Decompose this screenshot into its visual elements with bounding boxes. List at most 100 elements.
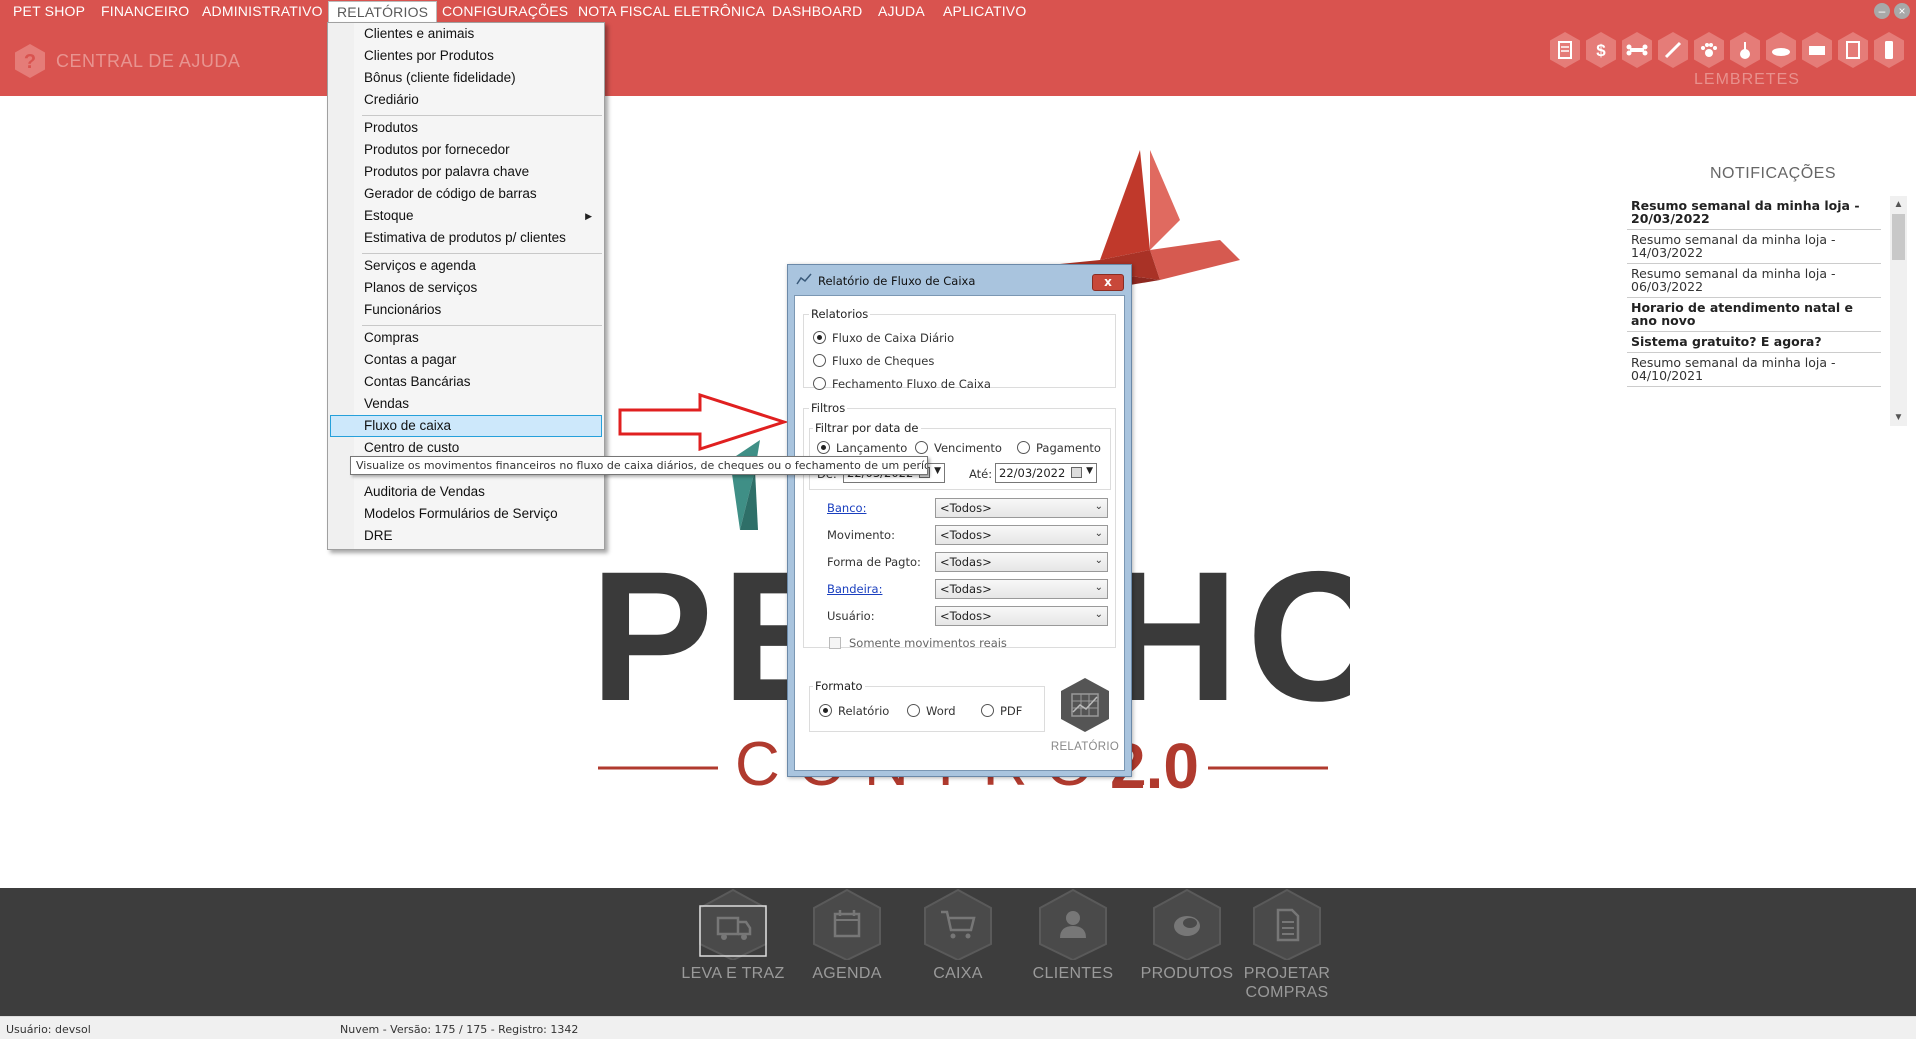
bandeira-select[interactable]: <Todas> ⌄ [935, 579, 1108, 599]
menu-item-produtos-palavra-chave[interactable]: Produtos por palavra chave [330, 161, 602, 183]
note-icon[interactable] [1836, 31, 1870, 69]
forma-pagto-select[interactable]: <Todas> ⌄ [935, 552, 1108, 572]
menu-item-produtos[interactable]: Produtos [330, 117, 602, 139]
radio-fluxo-caixa-diario[interactable]: Fluxo de Caixa Diário [813, 331, 954, 345]
menu-item-dre[interactable]: DRE [330, 525, 602, 547]
usuario-select[interactable]: <Todos> ⌄ [935, 606, 1108, 626]
user-icon [1039, 888, 1107, 960]
grooming-icon[interactable] [1728, 31, 1762, 69]
dollar-icon[interactable]: $ [1584, 31, 1618, 69]
bandeira-link[interactable]: Bandeira: [827, 582, 882, 596]
banco-link[interactable]: Banco: [827, 501, 866, 515]
scroll-up-icon[interactable]: ▲ [1890, 196, 1907, 213]
chart-icon [796, 273, 812, 285]
radio-vencimento[interactable]: Vencimento [915, 441, 1002, 455]
menu-item-contas-bancarias[interactable]: Contas Bancárias [330, 371, 602, 393]
movimento-select[interactable]: <Todos> ⌄ [935, 525, 1108, 545]
dialog-close-button[interactable]: x [1092, 274, 1124, 291]
select-value: <Todos> [940, 609, 992, 623]
radio-relatorio[interactable]: Relatório [819, 704, 889, 718]
notification-item[interactable]: Sistema gratuito? E agora? [1627, 332, 1881, 353]
menu-item-contas-pagar[interactable]: Contas a pagar [330, 349, 602, 371]
menu-item-compras[interactable]: Compras [330, 327, 602, 349]
menu-nota-fiscal[interactable]: NOTA FISCAL ELETRÔNICA [578, 3, 765, 19]
radio-fluxo-cheques[interactable]: Fluxo de Cheques [813, 354, 934, 368]
radio-pdf[interactable]: PDF [981, 704, 1022, 718]
pet-bed-icon[interactable] [1764, 31, 1798, 69]
radio-word[interactable]: Word [907, 704, 956, 718]
dialog-titlebar[interactable]: Relatório de Fluxo de Caixa x [788, 265, 1131, 293]
help-center-label[interactable]: CENTRAL DE AJUDA [56, 51, 240, 72]
radio-pagamento[interactable]: Pagamento [1017, 441, 1101, 455]
notifications-scrollbar[interactable]: ▲ ▼ [1890, 196, 1907, 426]
menu-item-fluxo-caixa[interactable]: Fluxo de caixa [330, 415, 602, 437]
somente-reais-checkbox[interactable] [829, 637, 841, 649]
chevron-down-icon[interactable]: ▼ [934, 466, 941, 476]
select-value: <Todas> [940, 582, 992, 596]
shortcut-caixa[interactable]: CAIXA [903, 888, 1013, 983]
somente-reais-label: Somente movimentos reais [849, 636, 1007, 650]
shortcut-projetar-compras[interactable]: PROJETAR COMPRAS [1232, 888, 1342, 1002]
radio-lancamento[interactable]: Lançamento [817, 441, 907, 455]
menu-ajuda[interactable]: AJUDA [878, 3, 925, 19]
menu-relatorios[interactable]: RELATÓRIOS [328, 1, 438, 23]
menu-item-funcionarios[interactable]: Funcionários [330, 299, 602, 321]
menu-item-clientes-produtos[interactable]: Clientes por Produtos [330, 45, 602, 67]
syringe-icon[interactable] [1656, 31, 1690, 69]
minimize-icon[interactable]: – [1874, 3, 1890, 19]
menu-pet-shop[interactable]: PET SHOP [13, 3, 85, 19]
vehicle-icon[interactable] [1800, 31, 1834, 69]
menu-item-estimativa-produtos[interactable]: Estimativa de produtos p/ clientes [330, 227, 602, 249]
notification-item[interactable]: Horario de atendimento natal e ano novo [1627, 298, 1881, 332]
chevron-down-icon: ⌄ [1094, 528, 1103, 539]
menu-item-auditoria-vendas[interactable]: Auditoria de Vendas [330, 481, 602, 503]
menu-item-servicos-agenda[interactable]: Serviços e agenda [330, 255, 602, 277]
calendar-icon[interactable] [1071, 467, 1082, 478]
menu-dashboard[interactable]: DASHBOARD [772, 3, 862, 19]
notification-item[interactable]: Resumo semanal da minha loja - 14/03/202… [1627, 230, 1881, 264]
menu-item-planos-servicos[interactable]: Planos de serviços [330, 277, 602, 299]
menu-item-label: Estoque [364, 208, 414, 223]
menu-item-crediario[interactable]: Crediário [330, 89, 602, 111]
generate-report-button[interactable]: RELATÓRIO [1050, 676, 1120, 753]
shortcut-clientes[interactable]: CLIENTES [1018, 888, 1128, 983]
menu-item-bonus[interactable]: Bônus (cliente fidelidade) [330, 67, 602, 89]
bone-icon[interactable] [1620, 31, 1654, 69]
notification-item[interactable]: Resumo semanal da minha loja - 20/03/202… [1627, 196, 1881, 230]
radio-fechamento-fluxo[interactable]: Fechamento Fluxo de Caixa [813, 377, 991, 391]
notification-item[interactable]: Resumo semanal da minha loja - 06/03/202… [1627, 264, 1881, 298]
menu-item-gerador-codigo-barras[interactable]: Gerador de código de barras [330, 183, 602, 205]
paw-icon[interactable] [1692, 31, 1726, 69]
radio-indicator [907, 704, 920, 717]
menu-item-clientes-animais[interactable]: Clientes e animais [330, 23, 602, 45]
scroll-down-icon[interactable]: ▼ [1890, 409, 1907, 426]
document-icon[interactable] [1548, 31, 1582, 69]
menu-configuracoes[interactable]: CONFIGURAÇÕES [442, 3, 568, 19]
menu-item-produtos-fornecedor[interactable]: Produtos por fornecedor [330, 139, 602, 161]
menu-item-estoque[interactable]: Estoque ▶ [330, 205, 602, 227]
mobile-icon[interactable] [1872, 31, 1906, 69]
close-window-icon[interactable]: × [1894, 3, 1910, 19]
notification-item[interactable]: Resumo semanal da minha loja - 04/10/202… [1627, 353, 1881, 387]
menu-item-vendas[interactable]: Vendas [330, 393, 602, 415]
menu-tooltip: Visualize os movimentos financeiros no f… [350, 456, 928, 475]
menu-financeiro[interactable]: FINANCEIRO [101, 3, 189, 19]
radio-indicator [981, 704, 994, 717]
radio-label: Vencimento [934, 441, 1002, 455]
shortcut-agenda[interactable]: AGENDA [792, 888, 902, 983]
scrollbar-thumb[interactable] [1892, 214, 1905, 260]
help-icon[interactable]: ? [12, 43, 48, 79]
svg-text:?: ? [24, 51, 36, 73]
menu-item-modelos-formularios[interactable]: Modelos Formulários de Serviço [330, 503, 602, 525]
shortcut-produtos[interactable]: PRODUTOS [1132, 888, 1242, 983]
menu-administrativo[interactable]: ADMINISTRATIVO [202, 3, 323, 19]
status-version: Nuvem - Versão: 175 / 175 - Registro: 13… [340, 1023, 579, 1036]
shortcut-leva-e-traz[interactable]: LEVA E TRAZ [678, 888, 788, 983]
chevron-down-icon[interactable]: ▼ [1086, 466, 1093, 476]
date-to-input[interactable]: 22/03/2022 ▼ [995, 463, 1097, 483]
radio-label: Word [926, 704, 956, 718]
menu-aplicativo[interactable]: APLICATIVO [943, 3, 1026, 19]
cash-flow-report-dialog: Relatório de Fluxo de Caixa x Relatorios… [787, 264, 1132, 777]
banco-select[interactable]: <Todos> ⌄ [935, 498, 1108, 518]
report-chart-icon [1061, 678, 1109, 732]
